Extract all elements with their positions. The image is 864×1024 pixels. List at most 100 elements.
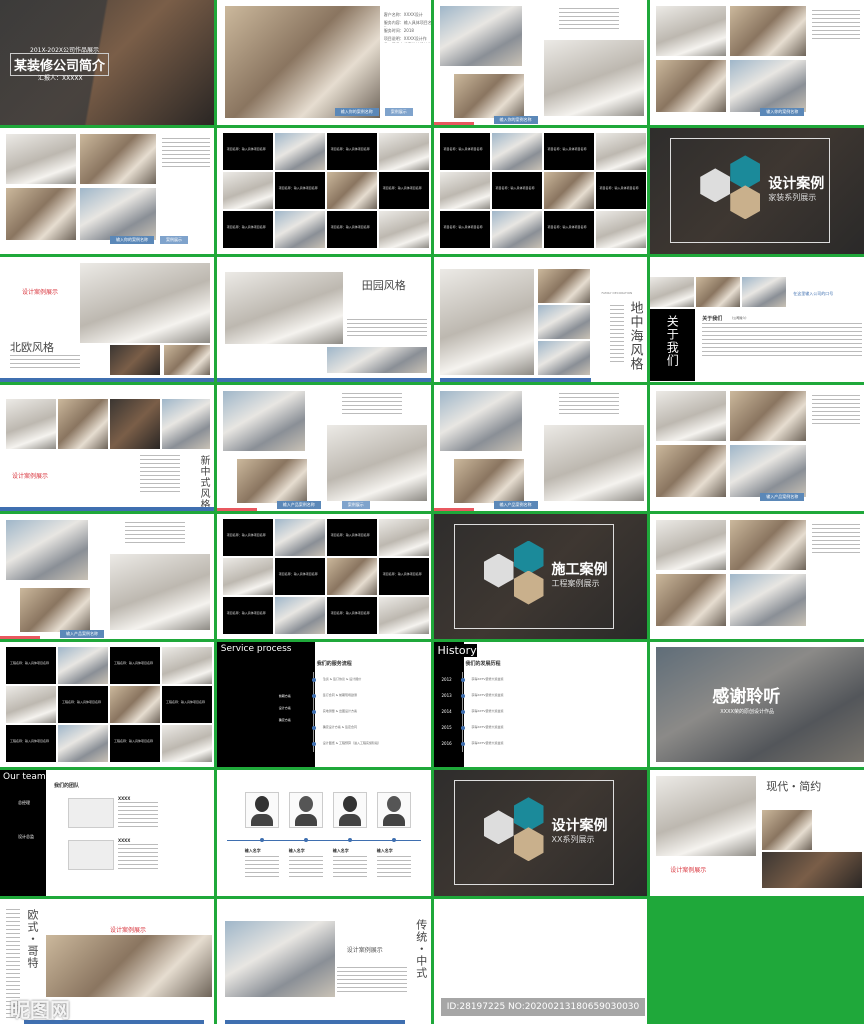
block-label: 项目名称：输入具体项目名称 bbox=[278, 571, 318, 576]
photo bbox=[274, 211, 325, 249]
block-label: 项目名称：输入具体项目名称 bbox=[226, 225, 266, 230]
slide-4[interactable]: 输入你的案例名称 bbox=[650, 0, 864, 126]
side-block bbox=[216, 641, 315, 768]
slide-11[interactable]: FAMILY DECORATION 地中海风格 bbox=[433, 256, 648, 383]
member-name: 输入名字 bbox=[244, 848, 261, 854]
photo bbox=[656, 6, 727, 56]
year: 2012 bbox=[441, 676, 452, 682]
slide-22[interactable]: Service process 我们的服务流程 洽谈 & 签订协议 & 设计报价 签订… bbox=[216, 641, 431, 768]
caption-block: 项目名称：输入具体项目名称 bbox=[378, 172, 429, 210]
accent-bar bbox=[433, 507, 474, 511]
timeline-item: 获得XXTV装修大奖金奖 bbox=[471, 724, 504, 729]
side-label: 设计方案 bbox=[278, 705, 291, 710]
timeline-item: 签订合同 & 前期现场勘测 bbox=[322, 692, 357, 697]
avatar bbox=[68, 798, 114, 829]
heading: 设计案例展示 bbox=[670, 867, 707, 875]
photo bbox=[6, 399, 56, 450]
photo bbox=[378, 518, 429, 556]
slide-27[interactable]: 设计案例 XX系列展示 bbox=[433, 770, 648, 896]
case-caption: 输入你的案例名称 bbox=[760, 108, 805, 116]
photo bbox=[162, 724, 212, 762]
photo bbox=[439, 268, 534, 375]
slide-23[interactable]: History 我们的发展历程 获得XXTV装修大奖金奖 2012 获得XXTV装修大奖… bbox=[433, 641, 648, 768]
slide-6[interactable]: 项目名称：输入具体项目名称 项目名称：输入具体项目名称 项目名称：输入具体项目名称项… bbox=[216, 128, 431, 254]
timeline-item: 获得XXTV装修大奖金奖 bbox=[471, 676, 504, 681]
slide-16[interactable]: 输入产品案例名称 bbox=[650, 385, 864, 511]
accent-bar bbox=[216, 507, 257, 511]
slide-25[interactable]: Our team 总经理 XXXX 设计总监 XXXX 我们的团队 bbox=[0, 770, 214, 896]
slide-3[interactable]: 输入你的案例名称 bbox=[433, 0, 648, 126]
head-icon bbox=[298, 796, 313, 813]
text-lines bbox=[10, 354, 80, 371]
text-lines bbox=[118, 802, 158, 831]
slide-18[interactable]: 项目名称：输入具体项目名称 项目名称：输入具体项目名称 项目名称：输入具体项目名称项… bbox=[216, 513, 431, 639]
block-label: 工程名称：输入具体项目名称 bbox=[114, 660, 154, 665]
photo bbox=[656, 60, 727, 112]
timeline-item: 获得XXTV装修大奖金奖 bbox=[471, 692, 504, 697]
slide-7[interactable]: 项目名称：输入具体项目名称 项目名称：输入具体项目名称 项目名称：输入具体项目名称项… bbox=[433, 128, 648, 254]
photo bbox=[730, 573, 807, 626]
slide-1[interactable]: 201X-202X公司作品展示 某装修公司简介 汇报人：XXXXX bbox=[0, 0, 214, 126]
photo bbox=[110, 685, 160, 723]
slide-2[interactable]: 客户名称：XXXX设计服务内容：输入具体项目名称服务时间：2018 项目说明：XX… bbox=[216, 0, 431, 126]
accent-bar bbox=[433, 122, 474, 126]
slide-20[interactable] bbox=[650, 513, 864, 639]
photo bbox=[378, 211, 429, 249]
side-label: 确定方案 bbox=[278, 717, 291, 722]
slide-9[interactable]: 设计案例展示 北欧风格 bbox=[0, 256, 214, 383]
text-lines bbox=[288, 856, 323, 879]
timeline-item: 洽谈 & 签订协议 & 设计报价 bbox=[322, 676, 362, 681]
photo bbox=[224, 6, 380, 118]
slide-10[interactable]: 田园风格 bbox=[216, 256, 431, 383]
photo bbox=[224, 920, 335, 997]
avatar bbox=[68, 840, 114, 871]
text-lines bbox=[336, 966, 407, 993]
photo bbox=[224, 271, 343, 344]
role: 总经理 bbox=[18, 800, 30, 806]
caption-block: 工程名称：输入具体项目名称 bbox=[58, 685, 108, 723]
slide-24[interactable]: 感谢聆听 XXXX荣的原创设计作品 bbox=[650, 641, 864, 768]
head-icon bbox=[386, 796, 401, 813]
member-name: 输入名字 bbox=[376, 848, 393, 854]
slide-29[interactable]: 欧式・哥特 设计案例展示昵图网 www.nipic.com bbox=[0, 898, 214, 1024]
year: 2016 bbox=[441, 740, 452, 746]
slide-13[interactable]: 设计案例展示 新中式风格 bbox=[0, 385, 214, 511]
caption-block: 项目名称：输入具体项目名称 bbox=[326, 596, 377, 634]
photo bbox=[80, 188, 156, 241]
reporter: 汇报人：XXXXX bbox=[38, 75, 83, 82]
section-title: 施工案例 bbox=[551, 561, 608, 578]
bottom-bar bbox=[0, 506, 214, 511]
slide-19[interactable]: 施工案例 工程案例展示 bbox=[433, 513, 648, 639]
text-lines bbox=[558, 393, 619, 418]
case-caption: 输入你的案例名称 bbox=[334, 108, 379, 116]
member-name: XXXX bbox=[118, 838, 131, 844]
slide-30[interactable]: 设计案例展示 传统・中式 bbox=[216, 898, 431, 1024]
slide-26[interactable]: 输入名字 输入名字 输入名字 输入名字 bbox=[216, 770, 431, 896]
eng-title: Our team bbox=[3, 772, 46, 783]
slide-8[interactable]: 设计案例 家装系列展示 bbox=[650, 128, 864, 254]
photo bbox=[236, 459, 307, 504]
photo bbox=[110, 553, 210, 630]
slide-28[interactable]: 现代・简约 设计案例展示 bbox=[650, 770, 864, 896]
info-line: 服务时间：2018 bbox=[383, 28, 414, 33]
slide-15[interactable]: 输入产品案例名称 bbox=[433, 385, 648, 511]
thanks-subtitle: XXXX荣的原创设计作品 bbox=[720, 708, 774, 715]
slide-14[interactable]: 输入产品案例名称 案例展示 bbox=[216, 385, 431, 511]
caption-block: 工程名称：输入具体项目名称 bbox=[6, 646, 56, 684]
photo bbox=[110, 344, 160, 375]
photo bbox=[274, 596, 325, 634]
slide-31[interactable]: ID:28197225 NO:20200213180659030030 bbox=[433, 898, 648, 1024]
photo bbox=[696, 276, 741, 307]
member-name: XXXX bbox=[118, 796, 131, 802]
slide-17[interactable]: 输入产品案例名称 bbox=[0, 513, 214, 639]
block-label: 项目名称：输入具体项目名称 bbox=[547, 147, 587, 152]
slide-21[interactable]: 工程名称：输入具体项目名称 工程名称：输入具体项目名称 工程名称：输入具体项目名称工… bbox=[0, 641, 214, 768]
about-title: 关于我们 bbox=[665, 314, 680, 367]
slide-12[interactable]: 在这里输入公司的口号 关于我们 关于我们 （公司简介） bbox=[650, 256, 864, 383]
timeline-dot bbox=[460, 709, 465, 714]
style-title: 北欧风格 bbox=[10, 340, 54, 354]
style-title: 田园风格 bbox=[361, 278, 406, 292]
slide-5[interactable]: 输入你的案例名称 案例展示 bbox=[0, 128, 214, 254]
caption-block: 项目名称：输入具体项目名称 bbox=[222, 596, 273, 634]
timeline-item: 实地测量 & 出图设计方案 bbox=[322, 708, 357, 713]
